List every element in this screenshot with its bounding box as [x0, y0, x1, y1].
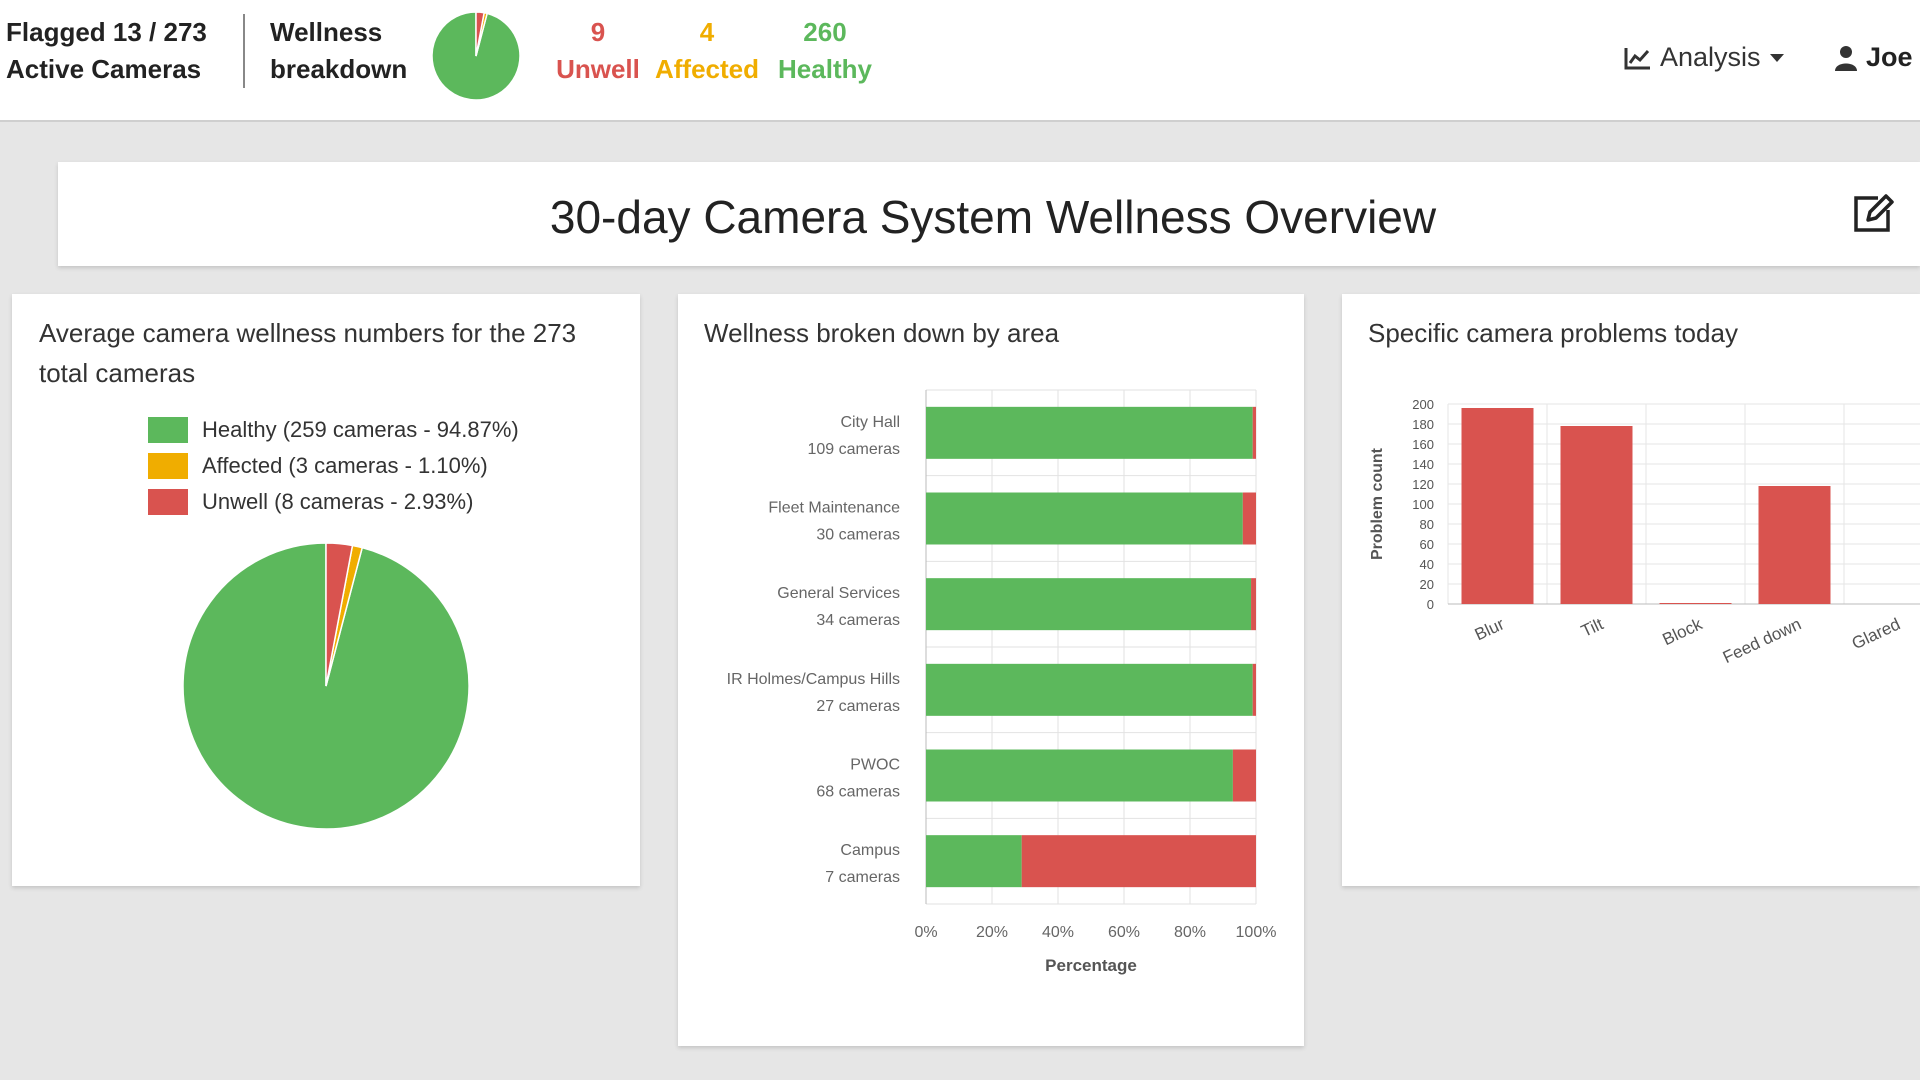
top-header: Flagged 13 / 273 Active Cameras Wellness… — [0, 0, 1920, 122]
unwell-count: 9 — [590, 17, 606, 47]
page-title-card: 30-day Camera System Wellness Overview — [58, 162, 1920, 266]
area-bar-healthy — [926, 835, 1022, 888]
y-tick-label: 40 — [1420, 557, 1434, 572]
area-bar-healthy — [926, 492, 1243, 545]
area-bar-unwell — [1242, 492, 1256, 545]
area-camera-count: 7 cameras — [825, 869, 900, 886]
y-tick-label: 200 — [1412, 397, 1434, 412]
area-bar-unwell — [1232, 749, 1256, 802]
x-tick-label: Tilt — [1578, 614, 1606, 641]
area-bar-healthy — [926, 406, 1253, 459]
affected-count: 4 — [699, 17, 715, 47]
healthy-label: Healthy — [778, 54, 872, 84]
caret-down-icon — [1769, 53, 1784, 62]
y-tick-label: 20 — [1420, 577, 1434, 592]
wellness-breakdown-label: Wellness breakdown — [270, 14, 407, 88]
y-tick-label: 180 — [1412, 417, 1434, 432]
problem-bar — [1560, 426, 1633, 604]
problem-bar — [1461, 408, 1534, 604]
y-tick-label: 140 — [1412, 457, 1434, 472]
user-name: Joe — [1866, 42, 1913, 72]
area-label: General Services — [777, 585, 900, 602]
area-label: PWOC — [850, 757, 900, 774]
healthy-count: 260 — [803, 17, 847, 47]
flagged-count: Flagged 13 / 273 — [6, 17, 207, 47]
breakdown-line-1: Wellness — [270, 17, 383, 47]
x-tick-label: 60% — [1108, 924, 1140, 941]
page-title: 30-day Camera System Wellness Overview — [549, 191, 1437, 243]
x-tick-label: 0% — [914, 924, 937, 941]
header-divider — [243, 14, 245, 88]
area-wellness-bar-chart: 0% 20% 40% 60% 80% 100% City Hall 109 cameras Fl… — [727, 389, 1277, 975]
area-wellness-panel: Wellness broken down by area 0% 20% 40% 60%… — [678, 294, 1304, 1046]
x-tick-label: 100% — [1236, 924, 1277, 941]
area-bar-healthy — [926, 749, 1233, 802]
x-tick-label: Block — [1659, 614, 1705, 649]
affected-stat: 4 Affected — [652, 14, 762, 88]
analysis-label: Analysis — [1660, 42, 1761, 72]
problem-bar — [1659, 603, 1732, 604]
x-tick-label: 80% — [1174, 924, 1206, 941]
y-tick-label: 0 — [1427, 597, 1434, 612]
area-camera-count: 109 cameras — [808, 441, 901, 458]
user-icon — [1835, 45, 1857, 71]
unwell-stat: 9 Unwell — [555, 14, 641, 88]
y-tick-label: 160 — [1412, 437, 1434, 452]
mini-wellness-pie — [431, 11, 521, 101]
y-tick-label: 120 — [1412, 477, 1434, 492]
x-tick-label: Feed down — [1720, 614, 1804, 667]
analysis-menu-button[interactable]: Analysis — [1624, 42, 1785, 73]
y-axis-title: Problem count — [1369, 447, 1386, 560]
y-tick-label: 60 — [1420, 537, 1434, 552]
camera-problems-bar-chart: 0 20 40 60 80 100 120 140 160 180 200 Blur Tilt Block… — [1369, 397, 1920, 667]
area-label: IR Holmes/Campus Hills — [727, 671, 900, 688]
area-bar-unwell — [1021, 835, 1256, 888]
x-tick-label: 20% — [976, 924, 1008, 941]
average-wellness-pie — [182, 542, 470, 830]
area-label: Campus — [840, 842, 900, 859]
area-bar-healthy — [926, 663, 1253, 716]
y-tick-label: 80 — [1420, 517, 1434, 532]
camera-problems-panel: Specific camera problems today 0 20 40 60 80… — [1342, 294, 1920, 886]
x-axis-title: Percentage — [1045, 956, 1137, 975]
area-camera-count: 68 cameras — [816, 784, 900, 801]
x-tick-label: Glared — [1849, 614, 1903, 653]
area-camera-count: 27 cameras — [816, 698, 900, 715]
edit-icon[interactable] — [1848, 190, 1896, 238]
average-wellness-panel: Average camera wellness numbers for the … — [12, 294, 640, 886]
area-label: City Hall — [840, 414, 900, 431]
healthy-stat: 260 Healthy — [775, 14, 875, 88]
area-bar-unwell — [1252, 406, 1256, 459]
problem-bar — [1758, 486, 1831, 604]
breakdown-line-2: breakdown — [270, 54, 408, 84]
affected-label: Affected — [654, 54, 759, 84]
user-menu-button[interactable]: Joe — [1834, 42, 1913, 73]
area-bar-unwell — [1251, 578, 1256, 631]
flagged-caption: Active Cameras — [6, 54, 202, 84]
flagged-summary: Flagged 13 / 273 Active Cameras — [6, 14, 207, 88]
y-tick-label: 100 — [1412, 497, 1434, 512]
x-tick-label: Blur — [1472, 614, 1508, 644]
area-camera-count: 30 cameras — [816, 527, 900, 544]
area-camera-count: 34 cameras — [816, 612, 900, 629]
area-bar-healthy — [926, 578, 1252, 631]
unwell-label: Unwell — [556, 54, 640, 84]
area-bar-unwell — [1252, 663, 1256, 716]
x-tick-label: 40% — [1042, 924, 1074, 941]
line-chart-icon — [1624, 47, 1650, 69]
area-label: Fleet Maintenance — [768, 500, 900, 517]
